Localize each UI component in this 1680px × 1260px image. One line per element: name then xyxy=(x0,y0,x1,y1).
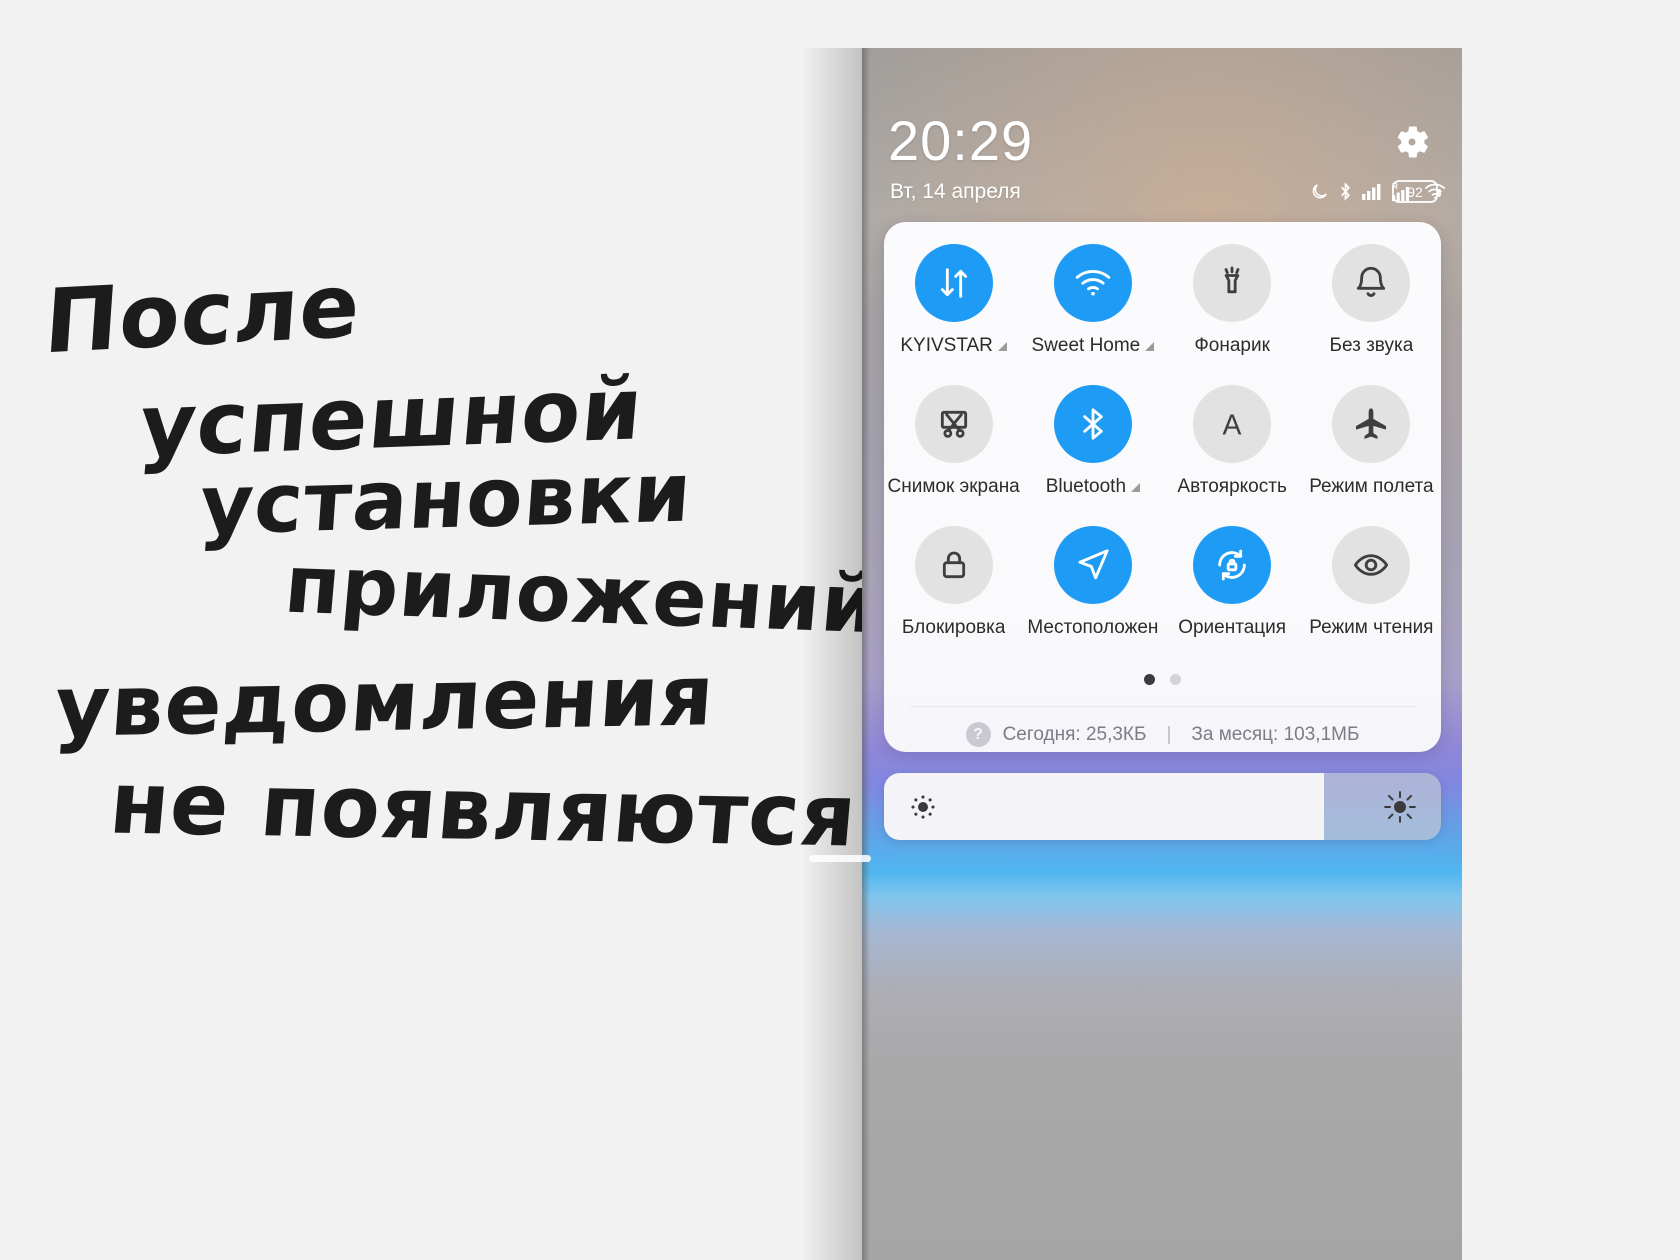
quick-settings-tile-kyivstar[interactable]: KYIVSTAR xyxy=(884,244,1023,357)
signal-bars-icon xyxy=(1362,183,1383,200)
quick-settings-tile-режим-чтения[interactable]: Режим чтения xyxy=(1302,526,1441,639)
tile-label: Режим чтения xyxy=(1309,617,1433,639)
tile-label: Режим полета xyxy=(1309,476,1433,498)
bluetooth-icon[interactable] xyxy=(1053,385,1132,463)
home-indicator[interactable] xyxy=(809,855,871,862)
quick-settings-tile-grid: KYIVSTAR Sweet Home Фонарик Без звука Снимок… xyxy=(884,244,1441,639)
tile-label-text: Снимок экрана xyxy=(887,476,1020,497)
phone-left-edge xyxy=(862,48,870,1260)
bluetooth-icon xyxy=(1338,181,1353,201)
status-date: Вт, 14 апреля xyxy=(890,180,1021,203)
tile-label-text: Без звука xyxy=(1329,335,1414,356)
auto-brightness-icon[interactable]: A xyxy=(1193,385,1272,463)
brightness-slider[interactable] xyxy=(884,773,1441,840)
screenshot-root: После успешной установки приложений увед… xyxy=(0,0,1680,1260)
note-line-3: установки xyxy=(196,445,696,554)
tile-label: Bluetooth xyxy=(1045,476,1141,498)
quick-settings-tile-блокировка[interactable]: Блокировка xyxy=(884,526,1023,639)
quick-settings-tile-снимок-экрана[interactable]: Снимок экрана xyxy=(884,385,1023,498)
brightness-high-icon xyxy=(1383,790,1417,824)
expand-caret-icon[interactable] xyxy=(1145,341,1155,351)
tile-label-text: Блокировка xyxy=(901,617,1006,638)
quick-settings-tile-bluetooth[interactable]: Bluetooth xyxy=(1023,385,1162,498)
note-line-6: не появляются xyxy=(105,753,862,867)
tile-label: Снимок экрана xyxy=(888,476,1020,498)
tile-label-text: Режим чтения xyxy=(1309,617,1434,638)
battery-icon: 92 xyxy=(1392,180,1441,203)
bell-icon[interactable] xyxy=(1332,244,1411,322)
tile-label: Местоположен xyxy=(1027,617,1158,639)
gear-icon[interactable] xyxy=(1392,122,1432,162)
rotation-lock-icon[interactable] xyxy=(1193,526,1272,604)
tile-label: Без звука xyxy=(1329,335,1413,357)
brightness-low-icon xyxy=(908,792,938,822)
note-line-1: После xyxy=(41,253,365,374)
page-dot-1[interactable] xyxy=(1144,674,1155,685)
tile-label-text: Автояркость xyxy=(1177,476,1287,497)
tile-label-text: KYIVSTAR xyxy=(900,335,993,356)
quick-settings-card: KYIVSTAR Sweet Home Фонарик Без звука Снимок… xyxy=(884,222,1441,752)
eye-icon[interactable] xyxy=(1332,526,1411,604)
quick-settings-tile-без-звука[interactable]: Без звука xyxy=(1302,244,1441,357)
help-icon[interactable]: ? xyxy=(965,722,991,747)
tile-label: Блокировка xyxy=(902,617,1006,639)
wifi-icon[interactable] xyxy=(1053,244,1132,322)
page-dot-2[interactable] xyxy=(1170,674,1181,685)
brightness-slider-fill xyxy=(884,773,1325,840)
expand-caret-icon[interactable] xyxy=(997,341,1007,351)
divider xyxy=(910,706,1415,707)
quick-settings-tile-местоположен[interactable]: Местоположен xyxy=(1023,526,1162,639)
screenshot-icon[interactable] xyxy=(914,385,993,463)
tile-label-text: Режим полета xyxy=(1309,476,1434,497)
tile-label: Автояркость xyxy=(1177,476,1286,498)
quick-settings-tile-автояркость[interactable]: A Автояркость xyxy=(1163,385,1302,498)
quick-settings-tile-фонарик[interactable]: Фонарик xyxy=(1163,244,1302,357)
note-line-5: уведомления xyxy=(51,646,718,756)
data-usage-month: За месяц: 103,1МБ xyxy=(1191,723,1360,745)
airplane-icon[interactable] xyxy=(1332,385,1411,463)
battery-percent-label: 92 xyxy=(1407,183,1423,200)
tile-label-text: Bluetooth xyxy=(1045,476,1127,497)
quick-settings-tile-ориентация[interactable]: Ориентация xyxy=(1163,526,1302,639)
quick-settings-tile-режим-полета[interactable]: Режим полета xyxy=(1302,385,1441,498)
data-usage-separator: | xyxy=(1166,723,1172,745)
svg-text:A: A xyxy=(1223,409,1242,441)
tile-label-text: Местоположен xyxy=(1027,617,1159,638)
status-clock: 20:29 xyxy=(888,109,1034,172)
tile-label: Sweet Home xyxy=(1031,335,1155,357)
location-arrow-icon[interactable] xyxy=(1053,526,1132,604)
flashlight-icon[interactable] xyxy=(1193,244,1272,322)
tile-label-text: Ориентация xyxy=(1178,617,1287,638)
handwritten-note: После успешной установки приложений увед… xyxy=(0,0,900,1260)
note-line-4: приложений xyxy=(280,537,883,652)
moon-do-not-disturb-icon xyxy=(1310,182,1329,201)
lock-icon[interactable] xyxy=(914,526,993,604)
tile-label: KYIVSTAR xyxy=(900,335,1007,357)
mobile-data-icon[interactable] xyxy=(914,244,993,322)
tile-label: Фонарик xyxy=(1194,335,1270,357)
tile-label-text: Фонарик xyxy=(1194,335,1270,356)
data-usage-row[interactable]: ? Сегодня: 25,3КБ | За месяц: 103,1МБ xyxy=(884,722,1441,747)
tile-label-text: Sweet Home xyxy=(1031,335,1141,356)
expand-caret-icon[interactable] xyxy=(1131,482,1141,492)
quick-settings-tile-sweet-home[interactable]: Sweet Home xyxy=(1023,244,1162,357)
page-indicator xyxy=(884,674,1441,685)
tile-label: Ориентация xyxy=(1178,617,1286,639)
phone-drop-shadow xyxy=(800,48,870,1260)
data-usage-today: Сегодня: 25,3КБ xyxy=(1002,723,1147,745)
